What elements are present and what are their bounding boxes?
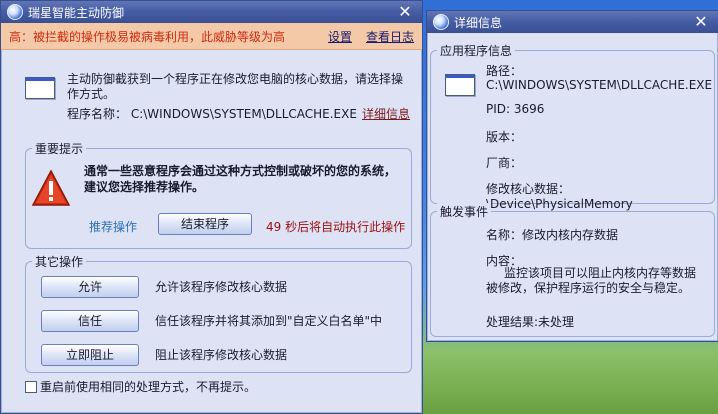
threat-level-text: 高：被拦截的操作极易被病毒利用，此威胁等级为高 <box>9 29 286 44</box>
trigger-event-label: 触发事件 <box>437 203 492 220</box>
program-path: C:\WINDOWS\SYSTEM\DLLCACHE.EXE <box>130 107 357 121</box>
allow-button[interactable]: 允许 <box>41 276 139 298</box>
view-log-link[interactable]: 查看日志 <box>366 28 414 45</box>
allow-description: 允许该程序修改核心数据 <box>155 280 288 294</box>
remember-choice-row: 重启前使用相同的处理方式，不再提示。 <box>25 378 256 395</box>
app-info-group: 应用程序信息 路径： C:\WINDOWS\SYSTEM\DLLCACHE.EX… <box>430 42 715 211</box>
end-program-button[interactable]: 结束程序 <box>158 213 252 235</box>
app-path-row: 路径： C:\WINDOWS\SYSTEM\DLLCACHE.EXE <box>486 64 712 92</box>
title-bar[interactable]: 瑞星智能主动防御 ✕ <box>1 1 422 23</box>
program-name-row: 程序名称： C:\WINDOWS\SYSTEM\DLLCACHE.EXE <box>67 105 357 122</box>
block-description: 阻止该程序修改核心数据 <box>155 348 288 362</box>
computer-monitor-icon <box>25 77 55 99</box>
path-value: C:\WINDOWS\SYSTEM\DLLCACHE.EXE <box>486 78 713 92</box>
important-notice-group: 重要提示 通常一些恶意程序会通过这种方式控制或破坏的您的系统，建议您选择推荐操作… <box>25 140 412 249</box>
settings-link[interactable]: 设置 <box>328 28 352 45</box>
event-name: 名称：修改内核内存数据 <box>486 228 619 242</box>
intercept-summary: 主动防御截获到一个程序正在修改您电脑的核心数据，请选择操作方式。 <box>67 72 404 101</box>
details-window-title: 详细信息 <box>454 15 503 30</box>
close-icon[interactable]: ✕ <box>692 13 710 31</box>
version-label: 版本： <box>486 130 523 144</box>
pid-value: PID: 3696 <box>486 102 545 116</box>
warning-triangle-icon <box>31 169 71 206</box>
auto-action-countdown: 49 秒后将自动执行此操作 <box>266 220 406 234</box>
other-operations-label: 其它操作 <box>32 253 87 270</box>
warning-message: 通常一些恶意程序会通过这种方式控制或破坏的您的系统，建议您选择推荐操作。 <box>84 164 397 194</box>
remember-choice-label: 重启前使用相同的处理方式，不再提示。 <box>40 380 257 394</box>
details-title-bar[interactable]: 详细信息 ✕ <box>427 11 718 33</box>
app-info-label: 应用程序信息 <box>437 42 516 59</box>
rising-logo-icon <box>433 14 449 30</box>
window-title: 瑞星智能主动防御 <box>28 5 125 20</box>
remember-checkbox[interactable] <box>25 380 37 393</box>
details-link[interactable]: 详细信息 <box>362 105 410 122</box>
other-operations-group: 其它操作 允许 允许该程序修改核心数据 信任 信任该程序并将其添加到"自定义白名… <box>25 253 412 373</box>
modified-data-value: 修改核心数据：\Device\PhysicalMemory <box>486 182 633 211</box>
program-name-label: 程序名称： <box>67 107 128 121</box>
trigger-event-group: 触发事件 名称：修改内核内存数据 内容： 监控该项目可以阻止内核内存等数据被修改… <box>430 203 715 337</box>
block-now-button[interactable]: 立即阻止 <box>41 344 139 366</box>
path-label: 路径： <box>486 64 523 78</box>
threat-level-bar: 高：被拦截的操作极易被病毒利用，此威胁等级为高 设置 查看日志 <box>1 23 422 50</box>
details-window: 详细信息 ✕ 应用程序信息 路径： C:\WINDOWS\SYSTEM\DLLC… <box>426 10 718 342</box>
vendor-label: 厂商： <box>486 156 523 170</box>
rising-logo-icon <box>7 4 23 20</box>
event-content-text: 监控该项目可以阻止内核内存等数据被修改，保护程序运行的安全与稳定。 <box>486 266 697 295</box>
important-notice-label: 重要提示 <box>32 140 87 157</box>
recommended-label: 推荐操作 <box>89 220 138 234</box>
active-defense-window: 瑞星智能主动防御 ✕ 高：被拦截的操作极易被病毒利用，此威胁等级为高 设置 查看… <box>0 0 423 414</box>
close-icon[interactable]: ✕ <box>396 3 414 21</box>
computer-monitor-icon <box>445 74 475 96</box>
trust-description: 信任该程序并将其添加到"自定义白名单"中 <box>155 314 383 328</box>
trust-button[interactable]: 信任 <box>41 310 139 332</box>
process-result: 处理结果:未处理 <box>486 315 575 329</box>
